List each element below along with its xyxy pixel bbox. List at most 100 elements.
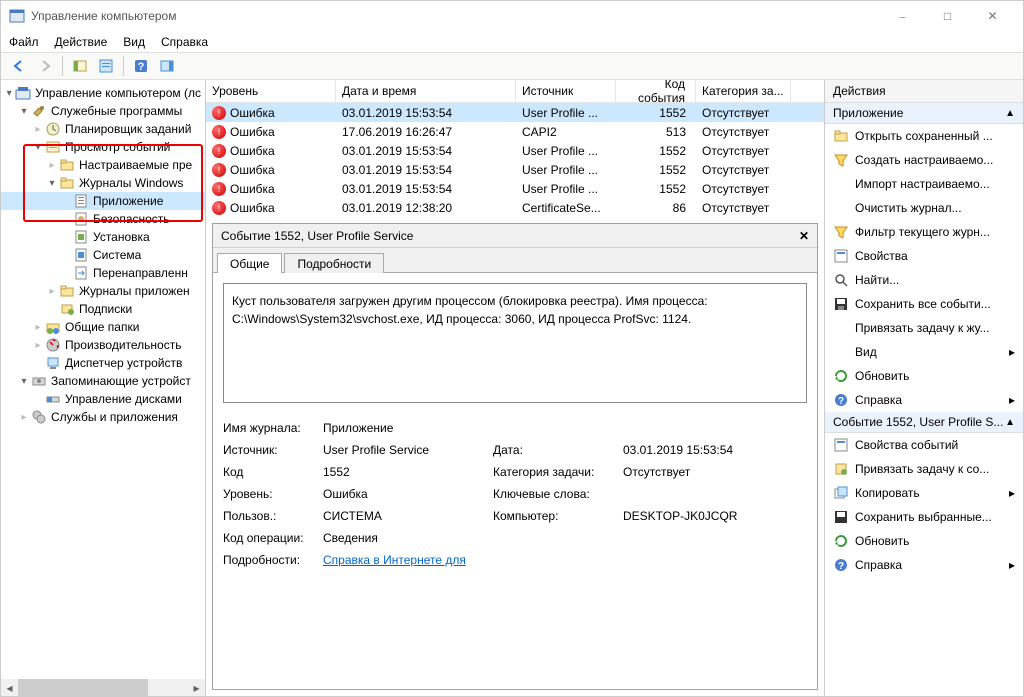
action-item[interactable]: Копировать▸ [825, 481, 1023, 505]
action-item[interactable]: Импорт настраиваемо... [825, 172, 1023, 196]
tree-system[interactable]: Система [1, 246, 205, 264]
tree-setup[interactable]: Установка [1, 228, 205, 246]
window-title: Управление компьютером [31, 9, 176, 23]
tree-disk-mgmt[interactable]: Управление дисками [1, 390, 205, 408]
tree-security[interactable]: Безопасность [1, 210, 205, 228]
forward-button[interactable] [33, 54, 57, 78]
scroll-thumb[interactable] [18, 679, 148, 696]
detail-close-button[interactable]: ✕ [799, 229, 809, 243]
actions-section-event[interactable]: Событие 1552, User Profile S... ▲ [825, 412, 1023, 433]
tree-tools[interactable]: ▾Служебные программы [1, 102, 205, 120]
actions-header: Действия [825, 80, 1023, 103]
tree-performance[interactable]: ▸Производительность [1, 336, 205, 354]
action-item[interactable]: Привязать задачу к жу... [825, 316, 1023, 340]
action-item[interactable]: ?Справка▸ [825, 388, 1023, 412]
maximize-button[interactable]: □ [925, 1, 970, 31]
action-item[interactable]: Вид▸ [825, 340, 1023, 364]
tree-forwarded[interactable]: Перенаправленн [1, 264, 205, 282]
tree-subscriptions[interactable]: Подписки [1, 300, 205, 318]
menubar: Файл Действие Вид Справка [1, 31, 1023, 52]
svg-text:?: ? [138, 61, 145, 73]
svg-text:?: ? [838, 396, 844, 407]
properties-button[interactable] [94, 54, 118, 78]
action-icon: ? [833, 392, 849, 408]
action-item[interactable]: Привязать задачу к со... [825, 457, 1023, 481]
action-item[interactable]: Сохранить выбранные... [825, 505, 1023, 529]
toolbar: ? [1, 52, 1023, 80]
submenu-arrow-icon: ▸ [1009, 486, 1015, 500]
event-list: Уровень Дата и время Источник Код событи… [206, 80, 824, 217]
action-pane-button[interactable] [155, 54, 179, 78]
action-item[interactable]: ?Справка▸ [825, 553, 1023, 577]
col-date[interactable]: Дата и время [336, 80, 516, 102]
action-icon [833, 224, 849, 240]
error-icon: ! [212, 144, 226, 158]
online-help-link[interactable]: Справка в Интернете для [323, 553, 493, 567]
tree-storage[interactable]: ▾Запоминающие устройст [1, 372, 205, 390]
event-properties: Имя журнала:Приложение Источник:User Pro… [223, 421, 807, 567]
action-item[interactable]: Найти... [825, 268, 1023, 292]
submenu-arrow-icon: ▸ [1009, 558, 1015, 572]
event-row[interactable]: !Ошибка03.01.2019 12:38:20CertificateSe.… [206, 198, 824, 217]
actions-pane: Действия Приложение ▲ Открыть сохраненны… [825, 80, 1023, 696]
minimize-button[interactable]: – [880, 1, 925, 31]
actions-section-app[interactable]: Приложение ▲ [825, 103, 1023, 124]
action-icon [833, 152, 849, 168]
event-row[interactable]: !Ошибка03.01.2019 15:53:54User Profile .… [206, 160, 824, 179]
scroll-left-icon[interactable]: ◂ [1, 679, 18, 696]
action-item[interactable]: Фильтр текущего журн... [825, 220, 1023, 244]
event-row[interactable]: !Ошибка03.01.2019 15:53:54User Profile .… [206, 141, 824, 160]
tree-pane: ▾Управление компьютером (лс ▾Служебные п… [1, 80, 206, 696]
back-button[interactable] [7, 54, 31, 78]
menu-help[interactable]: Справка [161, 35, 208, 49]
action-item[interactable]: Обновить [825, 529, 1023, 553]
titlebar: Управление компьютером – □ ✕ [1, 1, 1023, 31]
close-button[interactable]: ✕ [970, 1, 1015, 31]
menu-view[interactable]: Вид [123, 35, 145, 49]
action-item[interactable]: Открыть сохраненный ... [825, 124, 1023, 148]
error-icon: ! [212, 125, 226, 139]
collapse-icon[interactable]: ▲ [1005, 417, 1015, 428]
tab-general[interactable]: Общие [217, 253, 282, 273]
col-level[interactable]: Уровень [206, 80, 336, 102]
menu-file[interactable]: Файл [9, 35, 39, 49]
error-icon: ! [212, 201, 226, 215]
action-item[interactable]: Свойства событий [825, 433, 1023, 457]
tree-event-viewer[interactable]: ▾Просмотр событий [1, 138, 205, 156]
action-item[interactable]: Сохранить все событи... [825, 292, 1023, 316]
show-hide-tree-button[interactable] [68, 54, 92, 78]
submenu-arrow-icon: ▸ [1009, 345, 1015, 359]
tree-scrollbar[interactable]: ◂ ▸ [1, 679, 205, 696]
tree-device-manager[interactable]: Диспетчер устройств [1, 354, 205, 372]
error-icon: ! [212, 163, 226, 177]
action-item[interactable]: Свойства [825, 244, 1023, 268]
detail-title: Событие 1552, User Profile Service ✕ [213, 224, 817, 248]
menu-action[interactable]: Действие [55, 35, 108, 49]
tree-application[interactable]: Приложение [1, 192, 205, 210]
collapse-icon[interactable]: ▲ [1005, 108, 1015, 119]
error-icon: ! [212, 106, 226, 120]
event-row[interactable]: !Ошибка17.06.2019 16:26:47CAPI2513Отсутс… [206, 122, 824, 141]
action-item[interactable]: Очистить журнал... [825, 196, 1023, 220]
action-icon [833, 437, 849, 453]
scroll-right-icon[interactable]: ▸ [188, 679, 205, 696]
tree-custom-views[interactable]: ▸Настраиваемые пре [1, 156, 205, 174]
event-row[interactable]: !Ошибка03.01.2019 15:53:54User Profile .… [206, 103, 824, 122]
tree-shared-folders[interactable]: ▸Общие папки [1, 318, 205, 336]
tree-scheduler[interactable]: ▸Планировщик заданий [1, 120, 205, 138]
col-category[interactable]: Категория за... [696, 80, 791, 102]
tree-windows-logs[interactable]: ▾Журналы Windows [1, 174, 205, 192]
tab-details[interactable]: Подробности [284, 253, 384, 273]
svg-text:?: ? [838, 561, 844, 572]
action-item[interactable]: Создать настраиваемо... [825, 148, 1023, 172]
event-row[interactable]: !Ошибка03.01.2019 15:53:54User Profile .… [206, 179, 824, 198]
help-button[interactable]: ? [129, 54, 153, 78]
tree-root[interactable]: ▾Управление компьютером (лс [1, 84, 205, 102]
col-source[interactable]: Источник [516, 80, 616, 102]
action-item[interactable]: Обновить [825, 364, 1023, 388]
col-event-id[interactable]: Код события [616, 80, 696, 102]
tree-services[interactable]: ▸Службы и приложения [1, 408, 205, 426]
tree-app-logs[interactable]: ▸Журналы приложен [1, 282, 205, 300]
action-icon [833, 368, 849, 384]
center-pane: Уровень Дата и время Источник Код событи… [206, 80, 825, 696]
